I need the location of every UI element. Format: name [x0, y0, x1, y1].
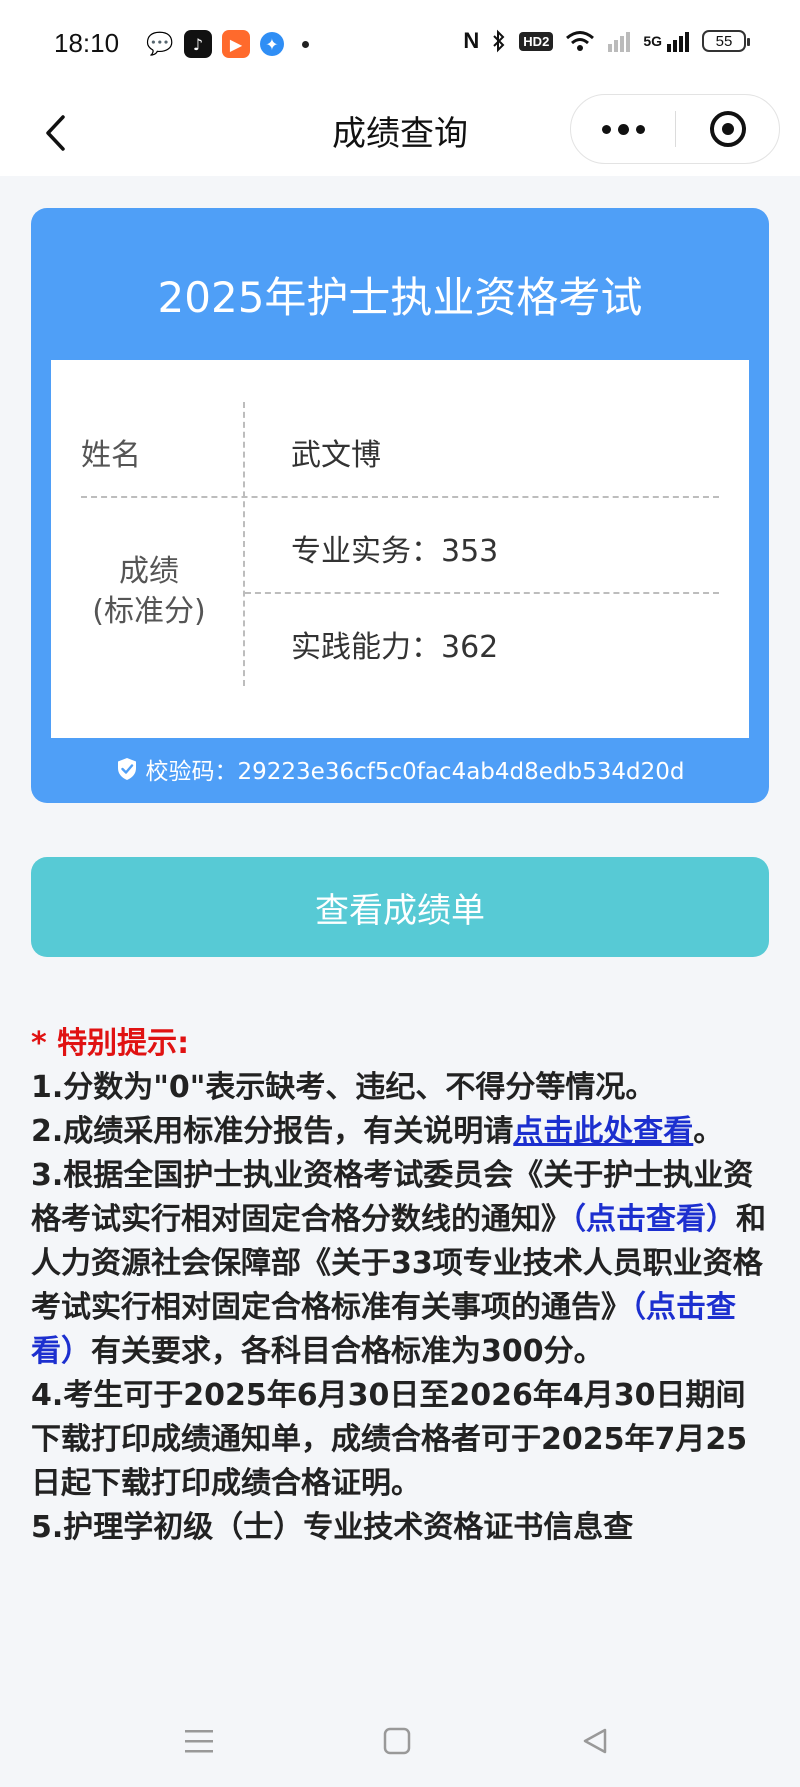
notice-item-5: 5.护理学初级（士）专业技术资格证书信息查: [31, 1510, 634, 1545]
home-button[interactable]: [372, 1716, 422, 1766]
notice-item-2-text: 2.成绩采用标准分报告，有关说明请: [31, 1114, 514, 1149]
battery-level: 55: [715, 32, 733, 50]
notice-item-2-end: 。: [693, 1114, 724, 1149]
triangle-back-icon: [583, 1728, 607, 1754]
more-dot-icon: [617, 123, 629, 135]
tiktok-icon: ♪: [184, 30, 212, 58]
hd-badge: HD2: [519, 31, 554, 51]
bluetooth-icon: [493, 29, 505, 53]
back-system-button[interactable]: [570, 1716, 620, 1766]
notice-item-3: 3.根据全国护士执业资格考试委员会《关于护士执业资格考试实行相对固定合格分数线的…: [31, 1154, 773, 1374]
notice-item-4: 4.考生可于2025年6月30日至2026年4月30日期间下载打印成绩通知单，成…: [31, 1378, 748, 1501]
notice-committee-link[interactable]: （点击查看）: [571, 1202, 736, 1237]
notice-item-2: 2.成绩采用标准分报告，有关说明请点击此处查看。: [31, 1110, 773, 1154]
network-type-label: 5G: [643, 33, 662, 49]
more-dot-icon: [635, 124, 645, 134]
signal-weak-icon: [608, 32, 631, 52]
notice-heading: * 特别提示:: [31, 1026, 190, 1061]
result-card: 2025年护士执业资格考试 姓名 武文博 成绩 (标准分) 专业实务：353 实…: [31, 208, 769, 803]
status-bar: 18:10 💬 ♪ ▶ ✦ N HD2 5G 55: [0, 0, 800, 90]
miniprogram-capsule: [570, 94, 780, 164]
score-label-line2: (标准分): [92, 594, 206, 629]
menu-button[interactable]: [174, 1716, 224, 1766]
more-dot-icon: [601, 124, 611, 134]
name-value: 武文博: [291, 438, 381, 473]
target-icon: [709, 111, 746, 147]
score-label-line1: 成绩: [119, 554, 179, 589]
square-icon: [383, 1727, 411, 1755]
wechat-icon: 💬: [146, 31, 174, 57]
notice-item-3-text-c: 有关要求，各科目合格标准为300分。: [91, 1334, 604, 1369]
menu-icon: [185, 1730, 213, 1753]
name-label: 姓名: [81, 438, 141, 473]
status-app-icons: 💬 ♪ ▶ ✦: [146, 30, 309, 58]
battery-icon: 55: [702, 30, 750, 52]
special-notice: * 特别提示: 1.分数为"0"表示缺考、违纪、不得分等情况。 2.成绩采用标准…: [31, 1022, 773, 1550]
more-button[interactable]: [571, 95, 675, 163]
score-label: 成绩 (标准分): [69, 552, 229, 632]
score-table: 姓名 武文博 成绩 (标准分) 专业实务：353 实践能力：362: [51, 360, 749, 738]
status-indicators: N HD2 5G 55: [463, 28, 750, 54]
nav-bar: 成绩查询: [0, 90, 800, 176]
notification-dot-icon: [302, 40, 309, 48]
signal-strong-icon: [667, 32, 689, 52]
notice-item-1: 1.分数为"0"表示缺考、违纪、不得分等情况。: [31, 1070, 656, 1105]
status-time: 18:10: [54, 28, 120, 58]
table-divider-horizontal: [245, 592, 719, 594]
table-divider-horizontal: [81, 496, 719, 498]
verification-code: 校验码：29223e36cf5c0fac4ab4d8edb534d20d: [31, 752, 769, 786]
view-score-report-button[interactable]: 查看成绩单: [31, 857, 769, 957]
nfc-icon: N: [463, 28, 480, 53]
score-practical-ability: 实践能力：362: [291, 630, 499, 665]
video-app-icon: ▶: [222, 30, 250, 58]
close-miniprogram-button[interactable]: [676, 95, 779, 163]
table-divider-vertical: [243, 402, 245, 686]
exam-title: 2025年护士执业资格考试: [157, 273, 643, 322]
verification-code-text: 校验码：29223e36cf5c0fac4ab4d8edb534d20d: [145, 759, 685, 785]
explanation-link[interactable]: 点击此处查看: [513, 1114, 693, 1149]
shield-check-icon: [117, 758, 136, 780]
wifi-icon: [566, 31, 595, 51]
score-professional-practice: 专业实务：353: [291, 534, 499, 569]
system-nav-bar: [0, 1696, 800, 1787]
feather-app-icon: ✦: [260, 32, 284, 56]
